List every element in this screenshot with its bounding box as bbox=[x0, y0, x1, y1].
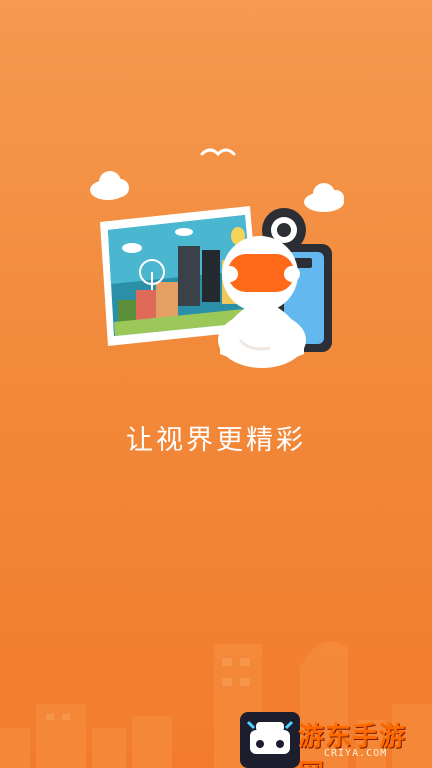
watermark-subtitle: CRIYA.COM bbox=[324, 748, 388, 759]
cloud-icon bbox=[304, 183, 344, 212]
splash-illustration bbox=[90, 148, 344, 368]
watermark-logo-icon bbox=[240, 712, 300, 768]
cloud-icon bbox=[90, 171, 129, 200]
bird-icon bbox=[200, 148, 236, 157]
splash-tagline: 让视界更精彩 bbox=[126, 425, 306, 456]
watermark: 游东手游网 CRIYA.COM bbox=[240, 712, 432, 768]
splash-screen: 让视界更精彩 游东手游 CRIYA.COM bbox=[0, 0, 432, 768]
watermark-title: 游东手游网 bbox=[298, 722, 407, 768]
